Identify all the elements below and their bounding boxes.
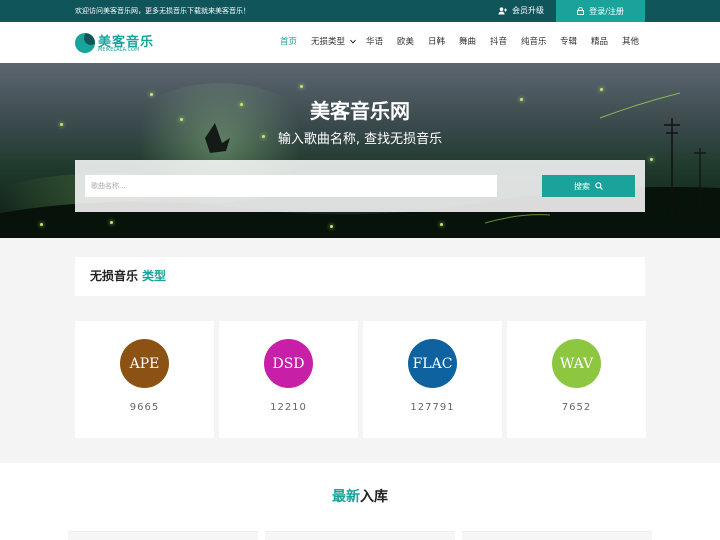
nav-item-label: 无损类型 bbox=[311, 37, 346, 47]
lock-icon bbox=[577, 7, 585, 15]
vip-upgrade-link[interactable]: 会员升级 bbox=[498, 0, 544, 22]
nav-item-other[interactable]: 其他 bbox=[622, 22, 639, 63]
type-card-flac[interactable]: FLAC 127791 bbox=[363, 321, 502, 438]
latest-title-accent: 最新 bbox=[332, 489, 360, 505]
type-badge: FLAC bbox=[408, 339, 457, 388]
login-register-button[interactable]: 登录/注册 bbox=[556, 0, 645, 22]
search-button[interactable]: 搜索 bbox=[542, 175, 635, 197]
top-bar: 欢迎访问美客音乐网，更多无损音乐下载就来美客音乐！ 会员升级 登录/注册 bbox=[0, 0, 720, 22]
welcome-text: 欢迎访问美客音乐网，更多无损音乐下载就来美客音乐！ bbox=[75, 7, 250, 15]
type-count: 7652 bbox=[561, 402, 592, 413]
firefly-decoration bbox=[600, 88, 603, 91]
chevron-down-icon bbox=[349, 39, 356, 44]
nav-item-jpkr[interactable]: 日韩 bbox=[428, 22, 445, 63]
firefly-decoration bbox=[110, 221, 113, 224]
lossless-types-header: 无损音乐 类型 bbox=[75, 257, 645, 296]
logo-mark-icon bbox=[75, 33, 95, 53]
firefly-decoration bbox=[40, 223, 43, 226]
latest-section-title: 最新入库 bbox=[0, 486, 720, 506]
nav-item-douyin[interactable]: 抖音 bbox=[490, 22, 507, 63]
firefly-decoration bbox=[300, 85, 303, 88]
latest-card-placeholder bbox=[265, 531, 455, 540]
logo-name-en: MEIKELALA.COM bbox=[98, 47, 140, 53]
type-card-ape[interactable]: APE 9665 bbox=[75, 321, 214, 438]
firefly-decoration bbox=[330, 225, 333, 228]
login-register-label: 登录/注册 bbox=[589, 6, 624, 16]
vip-upgrade-label: 会员升级 bbox=[512, 6, 544, 15]
latest-card-placeholder bbox=[462, 531, 652, 540]
hero-title: 美客音乐网 bbox=[310, 99, 410, 123]
firefly-decoration bbox=[650, 158, 653, 161]
nav-item-chinese[interactable]: 华语 bbox=[366, 22, 383, 63]
type-count: 12210 bbox=[270, 402, 307, 413]
firefly-decoration bbox=[440, 223, 443, 226]
site-header: 美客音乐 MEIKELALA.COM 首页 无损类型 华语 欧美 日韩 舞曲 抖… bbox=[0, 22, 720, 63]
user-plus-icon bbox=[498, 7, 507, 15]
nav-item-home[interactable]: 首页 bbox=[280, 22, 297, 63]
section-title-accent: 类型 bbox=[142, 269, 167, 283]
nav-item-western[interactable]: 欧美 bbox=[397, 22, 414, 63]
site-logo[interactable]: 美客音乐 MEIKELALA.COM bbox=[75, 32, 165, 54]
latest-section: 最新入库 bbox=[0, 463, 720, 540]
hero-banner: 美客音乐网 输入歌曲名称, 查找无损音乐 搜索 bbox=[0, 63, 720, 238]
type-count: 9665 bbox=[129, 402, 160, 413]
type-badge: DSD bbox=[264, 339, 313, 388]
search-icon bbox=[595, 182, 603, 190]
section-title-main: 无损音乐 bbox=[90, 269, 139, 283]
type-card-dsd[interactable]: DSD 12210 bbox=[219, 321, 358, 438]
type-badge: APE bbox=[120, 339, 169, 388]
type-badge: WAV bbox=[552, 339, 601, 388]
hero-subtitle: 输入歌曲名称, 查找无损音乐 bbox=[277, 132, 443, 147]
latest-title-main: 入库 bbox=[360, 489, 388, 505]
nav-item-albums[interactable]: 专辑 bbox=[560, 22, 577, 63]
search-input[interactable] bbox=[85, 175, 497, 197]
type-count: 127791 bbox=[410, 402, 455, 413]
nav-item-dance[interactable]: 舞曲 bbox=[459, 22, 476, 63]
nav-item-lossless-types[interactable]: 无损类型 bbox=[311, 22, 356, 63]
latest-card-placeholder bbox=[68, 531, 258, 540]
search-button-label: 搜索 bbox=[574, 181, 590, 191]
nav-item-pure-music[interactable]: 纯音乐 bbox=[521, 22, 547, 63]
search-panel: 搜索 bbox=[75, 160, 645, 212]
type-card-wav[interactable]: WAV 7652 bbox=[507, 321, 646, 438]
nav-item-featured[interactable]: 精品 bbox=[591, 22, 608, 63]
section-title: 无损音乐 类型 bbox=[90, 257, 166, 296]
